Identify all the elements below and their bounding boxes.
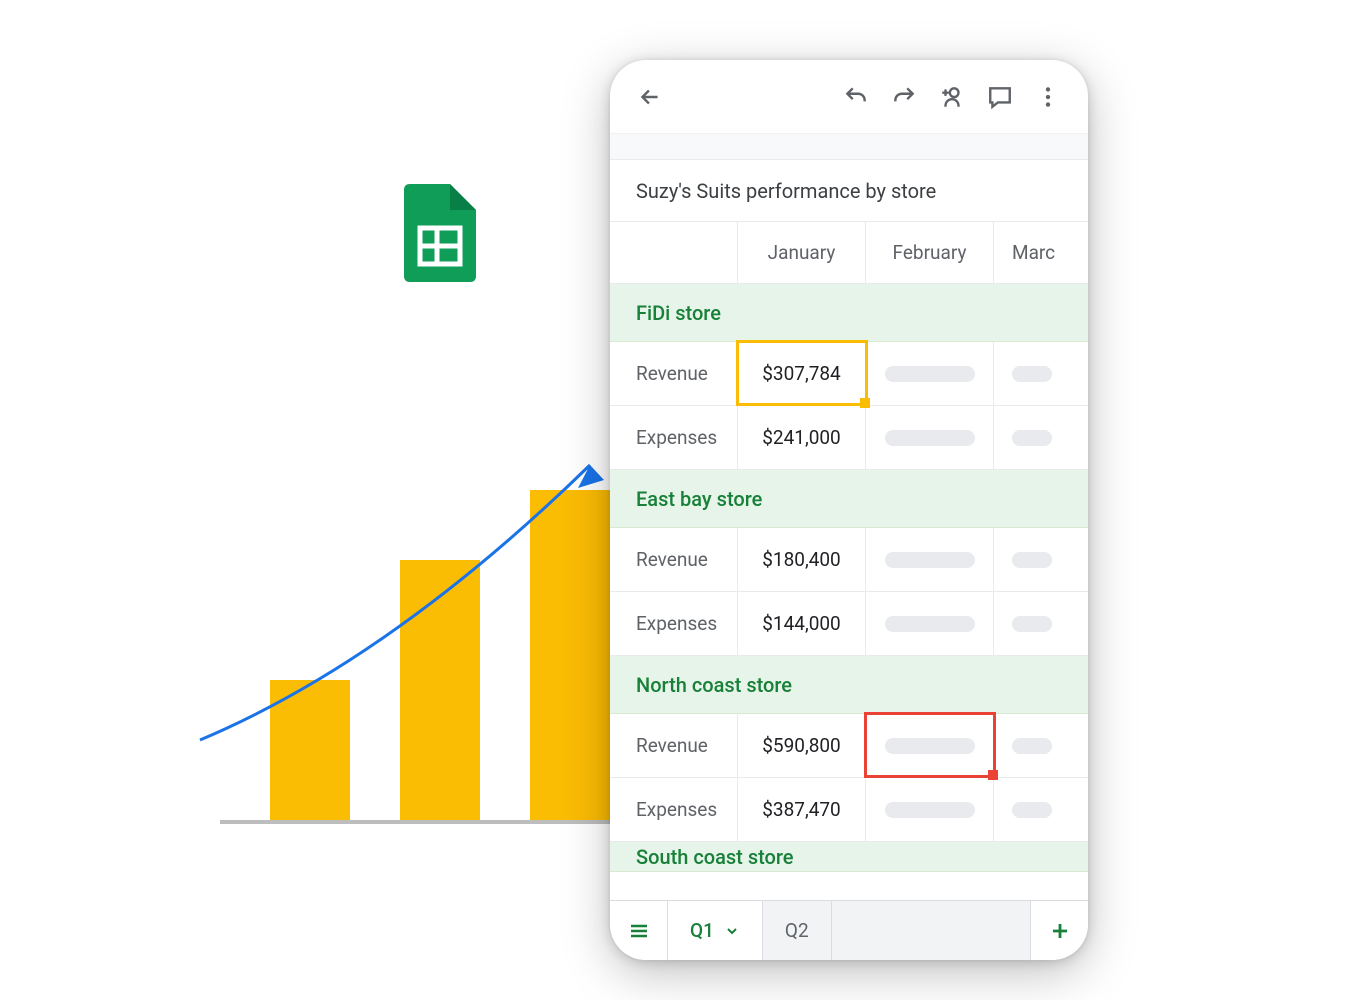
comment-icon[interactable] <box>980 77 1020 117</box>
more-vert-icon[interactable] <box>1028 77 1068 117</box>
sheet-tab-bar: Q1 Q2 <box>610 900 1088 960</box>
row-label: Expenses <box>610 406 738 469</box>
table-row[interactable]: Revenue $307,784 <box>610 342 1088 406</box>
row-label: Expenses <box>610 778 738 841</box>
row-label: Revenue <box>610 714 738 777</box>
add-person-icon[interactable] <box>932 77 972 117</box>
cell-value[interactable]: $241,000 <box>738 406 866 469</box>
cell-value[interactable]: $307,784 <box>738 342 866 405</box>
tab-label: Q2 <box>785 919 809 942</box>
group-southcoast[interactable]: South coast store <box>610 842 1088 872</box>
table-row[interactable]: Expenses $144,000 <box>610 592 1088 656</box>
placeholder-cell <box>885 430 975 446</box>
undo-icon[interactable] <box>836 77 876 117</box>
cell-value[interactable]: $180,400 <box>738 528 866 591</box>
col-header-feb[interactable]: February <box>866 222 994 283</box>
placeholder-cell <box>885 802 975 818</box>
table-row[interactable]: Revenue $180,400 <box>610 528 1088 592</box>
mobile-sheets-app: Suzy's Suits performance by store Januar… <box>610 60 1088 960</box>
placeholder-cell <box>885 366 975 382</box>
add-sheet-icon[interactable] <box>1030 901 1088 960</box>
col-header-jan[interactable]: January <box>738 222 866 283</box>
col-header-mar[interactable]: Marc <box>994 222 1088 283</box>
back-arrow-icon[interactable] <box>630 77 670 117</box>
placeholder-cell <box>1012 430 1052 446</box>
tab-q1[interactable]: Q1 <box>668 901 763 960</box>
placeholder-cell <box>885 616 975 632</box>
chevron-down-icon <box>724 923 740 939</box>
cell-value[interactable]: $590,800 <box>738 714 866 777</box>
column-headers: January February Marc <box>610 222 1088 284</box>
placeholder-cell <box>1012 366 1052 382</box>
group-fidi[interactable]: FiDi store <box>610 284 1088 342</box>
cell-value[interactable]: $387,470 <box>738 778 866 841</box>
sheet-title-cell[interactable]: Suzy's Suits performance by store <box>610 160 1088 222</box>
table-row[interactable]: Expenses $387,470 <box>610 778 1088 842</box>
group-northcoast[interactable]: North coast store <box>610 656 1088 714</box>
table-row[interactable]: Revenue $590,800 <box>610 714 1088 778</box>
google-sheets-logo-icon <box>404 184 476 282</box>
tab-label: Q1 <box>690 919 714 942</box>
placeholder-cell <box>1012 802 1052 818</box>
placeholder-cell <box>885 552 975 568</box>
placeholder-cell <box>885 738 975 754</box>
placeholder-cell <box>1012 552 1052 568</box>
row-label: Expenses <box>610 592 738 655</box>
bar-chart <box>190 430 640 830</box>
spreadsheet-grid[interactable]: Suzy's Suits performance by store Januar… <box>610 134 1088 900</box>
redo-icon[interactable] <box>884 77 924 117</box>
row-label: Revenue <box>610 528 738 591</box>
group-eastbay[interactable]: East bay store <box>610 470 1088 528</box>
table-row[interactable]: Expenses $241,000 <box>610 406 1088 470</box>
tab-q2[interactable]: Q2 <box>763 901 832 960</box>
placeholder-cell <box>1012 616 1052 632</box>
all-sheets-menu-icon[interactable] <box>610 901 668 960</box>
app-toolbar <box>610 60 1088 134</box>
cell-value[interactable]: $144,000 <box>738 592 866 655</box>
placeholder-cell <box>1012 738 1052 754</box>
row-label: Revenue <box>610 342 738 405</box>
